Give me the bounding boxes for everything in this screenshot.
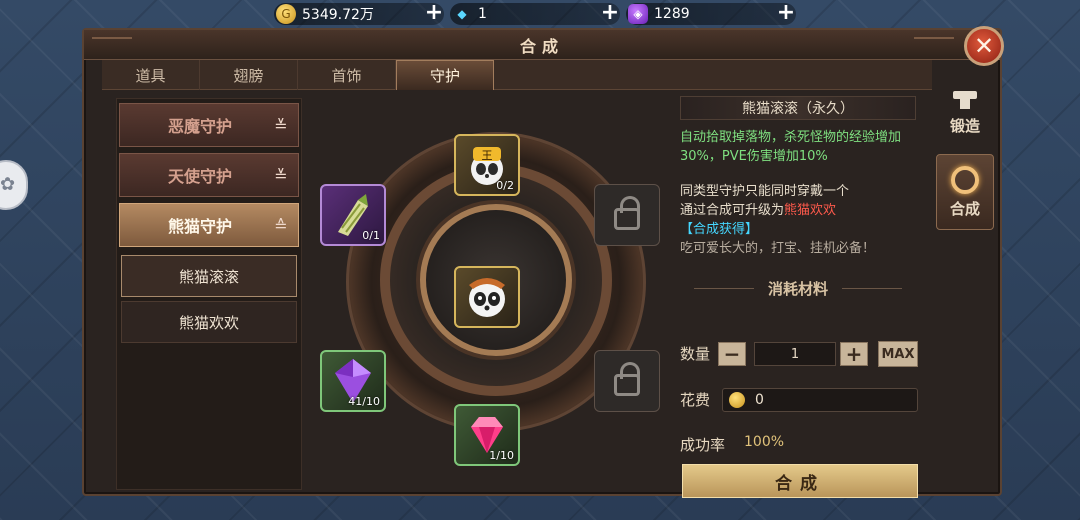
category-label: 熊猫守护 bbox=[167, 217, 232, 236]
category-panda-guardian[interactable]: 熊猫守护 ≙ bbox=[119, 203, 299, 247]
lock-icon bbox=[614, 196, 640, 230]
close-icon: ✕ bbox=[973, 32, 995, 60]
chevron-down-icon: ≚ bbox=[274, 165, 288, 185]
side-nav: 锻造 合成 bbox=[936, 74, 996, 244]
slot-count: 0/2 bbox=[496, 179, 514, 192]
locked-slot-right-top bbox=[594, 184, 660, 246]
side-nav-label: 合成 bbox=[949, 199, 980, 218]
gold-value: 5349.72万 bbox=[302, 7, 374, 23]
cost-label: 花费 bbox=[680, 391, 711, 409]
slot-count: 1/10 bbox=[489, 449, 514, 462]
tab-guardian[interactable]: 守护 bbox=[396, 60, 494, 90]
synthesize-button[interactable]: 合成 bbox=[682, 464, 918, 498]
upgrade-prefix: 通过合成可升级为 bbox=[680, 203, 785, 218]
cost-value: 0 bbox=[755, 392, 764, 408]
currency-bar: G 5349.72万 + ◆ 1 + ◈ 1289 + bbox=[0, 0, 1080, 28]
materials-section-title: 消耗材料 bbox=[680, 278, 916, 299]
item-info-panel: 熊猫滚滚（永久） 自动拾取掉落物，杀死怪物的经验增加30%，PVE伤害增加10%… bbox=[680, 92, 920, 498]
upgrade-target: 熊猫欢欢 bbox=[784, 203, 837, 218]
side-nav-synthesis[interactable]: 合成 bbox=[936, 154, 994, 230]
quantity-label: 数量 bbox=[680, 345, 711, 363]
success-rate-value: 100% bbox=[744, 434, 785, 450]
slot-count: 41/10 bbox=[348, 395, 380, 408]
material-slot-bottom[interactable]: 1/10 bbox=[454, 404, 520, 466]
tab-jewelry[interactable]: 首饰 bbox=[298, 60, 396, 90]
add-gem-button[interactable]: + bbox=[776, 2, 796, 24]
gold-coin-icon bbox=[729, 392, 745, 408]
quantity-increase-button[interactable]: + bbox=[840, 342, 868, 366]
slot-count: 0/1 bbox=[362, 229, 380, 242]
panda-guardian-icon bbox=[469, 278, 505, 317]
category-list: 恶魔守护 ≚ 天使守护 ≚ 熊猫守护 ≙ 熊猫滚滚 熊猫欢欢 bbox=[116, 98, 302, 490]
synthesis-window: 合成 ✕ 道具 翅膀 首饰 守护 恶魔守护 ≚ 天使守护 ≚ 熊猫守护 ≙ 熊猫… bbox=[82, 26, 1004, 498]
crafting-ring: 王 0/2 0/1 41/10 1/10 bbox=[310, 92, 680, 490]
item-source: 【合成获得】 bbox=[680, 222, 759, 237]
max-button[interactable]: MAX bbox=[878, 341, 918, 367]
anvil-icon bbox=[951, 89, 979, 111]
side-nav-label: 锻造 bbox=[949, 116, 980, 135]
ring-icon bbox=[951, 165, 979, 194]
gold-coin-icon: G bbox=[276, 4, 296, 24]
category-demon-guardian[interactable]: 恶魔守护 ≚ bbox=[119, 103, 299, 147]
lock-icon bbox=[614, 362, 640, 396]
title-ornament-right bbox=[914, 37, 954, 51]
success-rate-label: 成功率 bbox=[680, 436, 726, 454]
diamond-currency: ◆ 1 + bbox=[450, 2, 620, 25]
title-ornament-left bbox=[92, 37, 132, 51]
result-slot-center[interactable] bbox=[454, 266, 520, 328]
item-rule-desc: 同类型守护只能同时穿戴一个 bbox=[680, 184, 850, 199]
item-name: 熊猫滚滚（永久） bbox=[680, 96, 916, 120]
chevron-up-icon: ≙ bbox=[274, 215, 288, 235]
side-nav-forge[interactable]: 锻造 bbox=[936, 74, 994, 150]
add-diamond-button[interactable]: + bbox=[600, 2, 620, 24]
subitem-panda-gungun[interactable]: 熊猫滚滚 bbox=[121, 255, 297, 297]
purple-gem-icon: ◈ bbox=[628, 4, 648, 24]
add-gold-button[interactable]: + bbox=[424, 2, 444, 24]
cost-field: 0 bbox=[722, 388, 918, 412]
subitem-panda-huanhuan[interactable]: 熊猫欢欢 bbox=[121, 301, 297, 343]
category-label: 恶魔守护 bbox=[167, 117, 232, 136]
quantity-input[interactable]: 1 bbox=[754, 342, 836, 366]
material-slot-left-bottom[interactable]: 41/10 bbox=[320, 350, 386, 412]
gold-currency: G 5349.72万 + bbox=[274, 2, 444, 25]
category-angel-guardian[interactable]: 天使守护 ≚ bbox=[119, 153, 299, 197]
upgrade-desc: 通过合成可升级为熊猫欢欢 bbox=[680, 201, 920, 220]
svg-text:王: 王 bbox=[482, 149, 493, 162]
item-flavor-text: 吃可爱长大的，打宝、挂机必备！ bbox=[680, 241, 876, 256]
close-button[interactable]: ✕ bbox=[964, 26, 1004, 66]
item-effect-desc: 自动拾取掉落物，杀死怪物的经验增加30%，PVE伤害增加10% bbox=[680, 130, 902, 164]
gem-currency: ◈ 1289 + bbox=[626, 2, 796, 25]
tab-bar: 道具 翅膀 首饰 守护 bbox=[102, 60, 932, 90]
locked-slot-right-bottom bbox=[594, 350, 660, 412]
tab-wings[interactable]: 翅膀 bbox=[200, 60, 298, 90]
material-slot-top[interactable]: 王 0/2 bbox=[454, 134, 520, 196]
gem-value: 1289 bbox=[654, 6, 690, 22]
diamond-icon: ◆ bbox=[457, 7, 467, 21]
chevron-down-icon: ≚ bbox=[274, 115, 288, 135]
diamond-value: 1 bbox=[478, 6, 487, 22]
material-slot-left-top[interactable]: 0/1 bbox=[320, 184, 386, 246]
category-label: 天使守护 bbox=[167, 167, 232, 186]
title-bar: 合成 bbox=[84, 30, 1000, 60]
quantity-decrease-button[interactable]: − bbox=[718, 342, 746, 366]
tab-items[interactable]: 道具 bbox=[102, 60, 200, 90]
window-title: 合成 bbox=[519, 36, 564, 56]
